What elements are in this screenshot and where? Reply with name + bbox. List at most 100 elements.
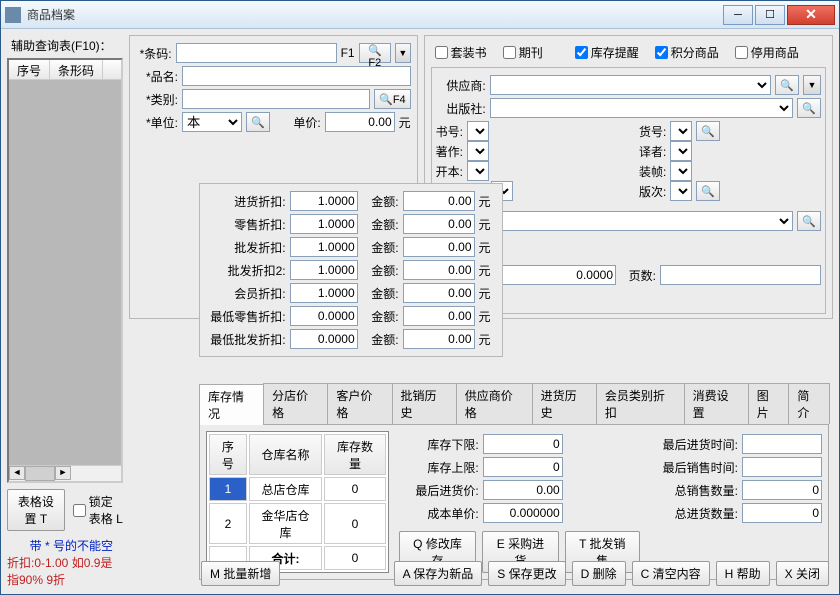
minwholesale-amt-input[interactable] <box>403 329 475 349</box>
tab-stock[interactable]: 库存情况 <box>199 384 264 425</box>
translator-select[interactable] <box>670 141 692 161</box>
format-select[interactable] <box>467 161 489 181</box>
minimize-button[interactable]: ─ <box>723 5 753 25</box>
wholesale2-disc-input[interactable] <box>290 260 358 280</box>
retail-disc-input[interactable] <box>290 214 358 234</box>
tip-required: 带 * 号的不能空 <box>7 537 123 554</box>
binding-select[interactable] <box>670 161 692 181</box>
otherattr-select[interactable] <box>490 211 794 231</box>
tab-intro[interactable]: 简介 <box>788 383 830 424</box>
tab-member-disc[interactable]: 会员类别折扣 <box>596 383 685 424</box>
publisher-search-button[interactable]: 🔍 <box>797 98 821 118</box>
lbl-yuan: 元 <box>399 114 411 131</box>
tab-consume[interactable]: 消费设置 <box>684 383 749 424</box>
delete-button[interactable]: D 删除 <box>572 561 626 586</box>
stock-table[interactable]: 序号仓库名称库存数量 1总店仓库0 2金华店仓库0 合计:0 <box>206 431 389 573</box>
supplier-select[interactable] <box>490 75 772 95</box>
otherattr-search-button[interactable]: 🔍 <box>797 211 821 231</box>
last-out-time-input[interactable] <box>742 457 822 477</box>
retail-amt-input[interactable] <box>403 214 475 234</box>
table-row: 2金华店仓库0 <box>209 503 386 544</box>
grid-settings-button[interactable]: 表格设置 T <box>7 489 65 531</box>
scroll-right-icon[interactable]: ► <box>55 466 71 480</box>
cost-input[interactable] <box>483 503 563 523</box>
close-button2[interactable]: X 关闭 <box>776 561 829 586</box>
save-button[interactable]: S 保存更改 <box>488 561 565 586</box>
tab-customer[interactable]: 客户价格 <box>327 383 392 424</box>
lbl-barcode: *条码: <box>136 45 172 62</box>
chk-set[interactable]: 套装书 <box>435 44 487 61</box>
member-amt-input[interactable] <box>403 283 475 303</box>
aux-col-seq: 序号 <box>9 60 50 79</box>
save-new-button[interactable]: A 保存为新品 <box>394 561 483 586</box>
last-purchase-input[interactable] <box>483 480 563 500</box>
lbl-price: 单价: <box>274 114 321 131</box>
supplier-search-button[interactable]: 🔍 <box>775 75 799 95</box>
barcode-dropdown[interactable]: ▼ <box>395 43 411 63</box>
edition-search-button[interactable]: 🔍 <box>696 181 720 201</box>
scroll-thumb[interactable] <box>25 466 55 481</box>
lock-grid-checkbox[interactable]: 锁定表格 L <box>73 493 123 527</box>
f2-button[interactable]: 🔍F2 <box>359 43 392 63</box>
stock-lower-input[interactable] <box>483 434 563 454</box>
wholesale-amt-input[interactable] <box>403 237 475 257</box>
purchase-amt-input[interactable] <box>403 191 475 211</box>
f4-button[interactable]: 🔍F4 <box>374 89 411 109</box>
close-button[interactable]: ✕ <box>787 5 835 25</box>
member-disc-input[interactable] <box>290 283 358 303</box>
lbl-name: *品名: <box>136 68 178 85</box>
tab-purchase-hist[interactable]: 进货历史 <box>532 383 597 424</box>
author-select[interactable] <box>467 141 489 161</box>
app-window: 商品档案 ─ ☐ ✕ 辅助查询表(F10)： 序号 条形码 ◄ ► 表格设置 T… <box>0 0 840 595</box>
scroll-left-icon[interactable]: ◄ <box>9 466 25 480</box>
tab-bar: 库存情况 分店价格 客户价格 批销历史 供应商价格 进货历史 会员类别折扣 消费… <box>199 383 829 425</box>
unit-select[interactable]: 本 <box>182 112 242 132</box>
itemno-search-button[interactable]: 🔍 <box>696 121 720 141</box>
left-pane: 辅助查询表(F10)： 序号 条形码 ◄ ► 表格设置 T 锁定表格 L 带 *… <box>7 35 123 588</box>
aux-grid-body[interactable] <box>9 80 121 465</box>
maximize-button[interactable]: ☐ <box>755 5 785 25</box>
last-in-time-input[interactable] <box>742 434 822 454</box>
left-title: 辅助查询表(F10)： <box>7 35 123 56</box>
table-row: 1总店仓库0 <box>209 477 386 501</box>
wholesale-disc-input[interactable] <box>290 237 358 257</box>
titlebar: 商品档案 ─ ☐ ✕ <box>1 1 839 29</box>
aux-col-barcode: 条形码 <box>50 60 103 79</box>
minretail-amt-input[interactable] <box>403 306 475 326</box>
lbl-unit: *单位: <box>136 114 178 131</box>
tab-image[interactable]: 图片 <box>748 383 790 424</box>
tab-supplier-price[interactable]: 供应商价格 <box>456 383 533 424</box>
name-input[interactable] <box>182 66 411 86</box>
bookno-select[interactable] <box>467 121 489 141</box>
tab-branch[interactable]: 分店价格 <box>263 383 328 424</box>
lbl-category: *类别: <box>136 91 178 108</box>
edition-select[interactable] <box>670 181 692 201</box>
batch-add-button[interactable]: M 批量新增 <box>201 561 280 586</box>
unit-search-button[interactable]: 🔍 <box>246 112 270 132</box>
stock-upper-input[interactable] <box>483 457 563 477</box>
itemno-select[interactable] <box>670 121 692 141</box>
chk-stock-alert[interactable]: 库存提醒 <box>575 44 639 61</box>
purchase-disc-input[interactable] <box>290 191 358 211</box>
chk-disabled[interactable]: 停用商品 <box>735 44 799 61</box>
aux-grid[interactable]: 序号 条形码 ◄ ► <box>7 58 123 483</box>
chk-points[interactable]: 积分商品 <box>655 44 719 61</box>
tab-wholesale-hist[interactable]: 批销历史 <box>392 383 457 424</box>
help-button[interactable]: H 帮助 <box>716 561 770 586</box>
tip-discount: 折扣:0-1.00 如0.9是指90% 9折 <box>7 554 123 588</box>
supplier-dropdown[interactable]: ▼ <box>803 75 821 95</box>
wholesale2-amt-input[interactable] <box>403 260 475 280</box>
footer-bar: M 批量新增 A 保存为新品 S 保存更改 D 删除 C 清空内容 H 帮助 X… <box>201 561 829 586</box>
chk-periodical[interactable]: 期刊 <box>503 44 543 61</box>
publisher-select[interactable] <box>490 98 794 118</box>
barcode-input[interactable] <box>176 43 337 63</box>
category-input[interactable] <box>182 89 370 109</box>
pages-input[interactable] <box>660 265 821 285</box>
clear-button[interactable]: C 清空内容 <box>632 561 710 586</box>
total-sold-input[interactable] <box>742 480 822 500</box>
tabs-panel: 库存情况 分店价格 客户价格 批销历史 供应商价格 进货历史 会员类别折扣 消费… <box>199 383 829 580</box>
minwholesale-disc-input[interactable] <box>290 329 358 349</box>
total-in-input[interactable] <box>742 503 822 523</box>
price-input[interactable] <box>325 112 395 132</box>
minretail-disc-input[interactable] <box>290 306 358 326</box>
